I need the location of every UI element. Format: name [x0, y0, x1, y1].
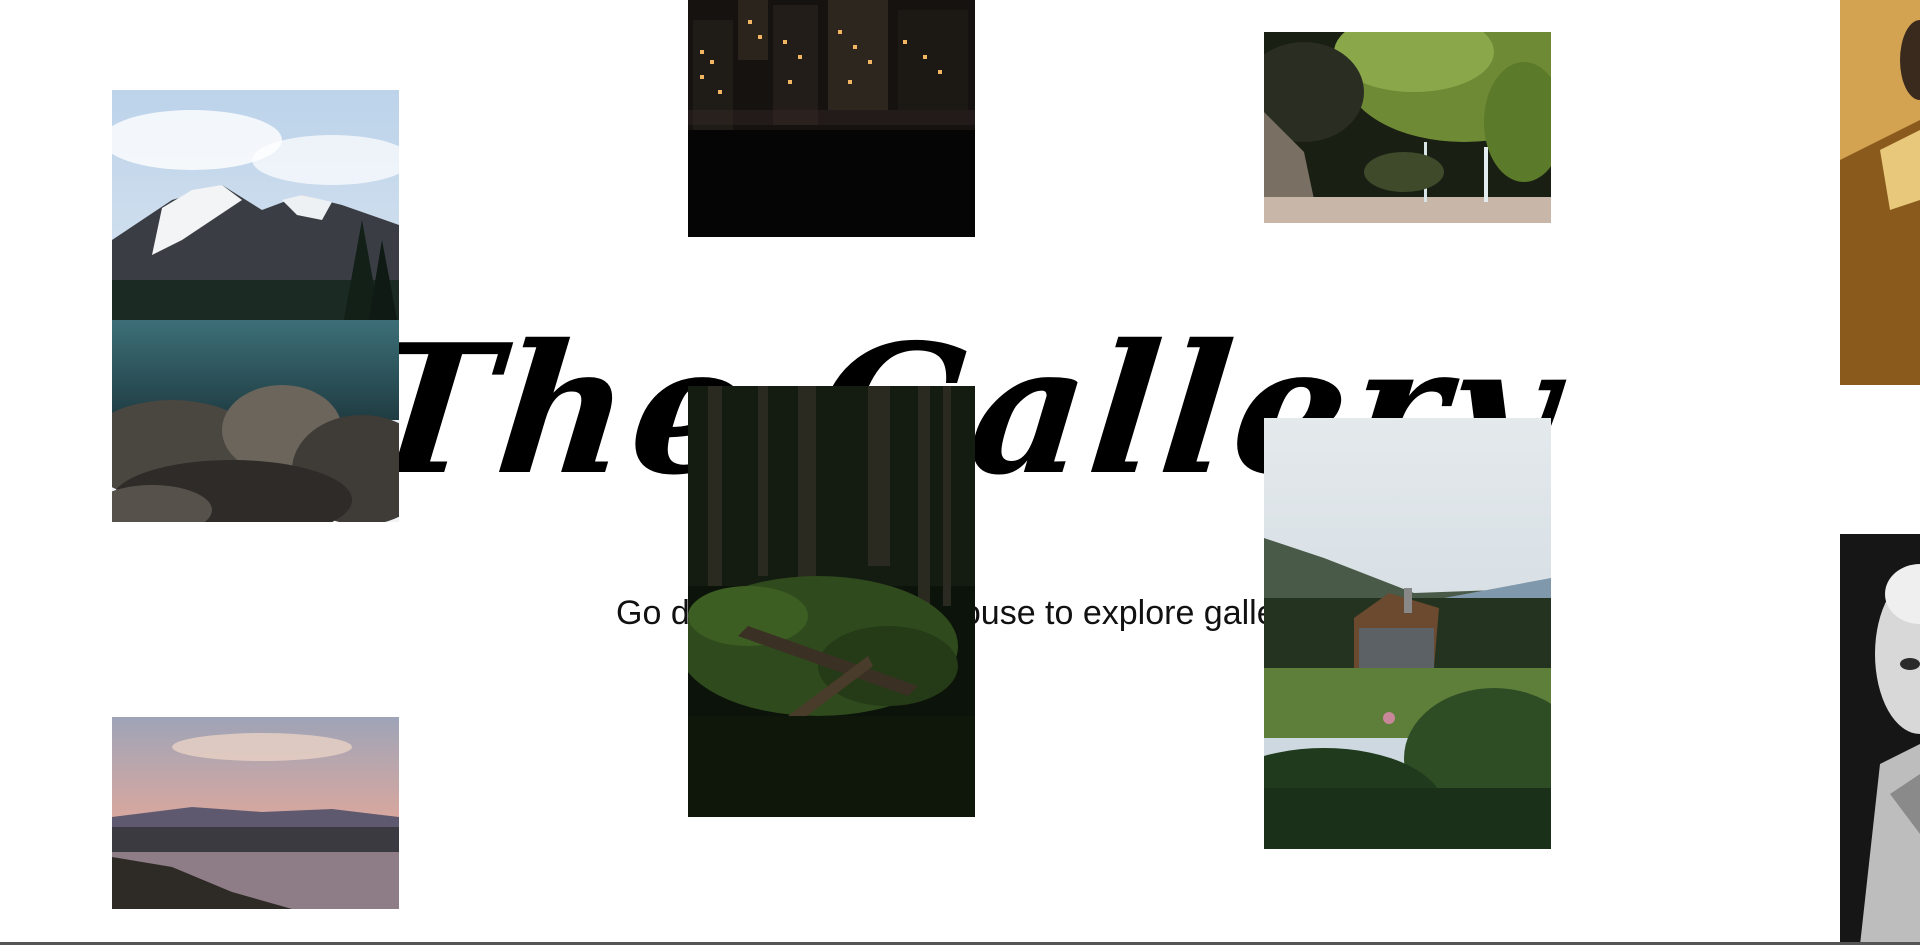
statue-bw-image	[1840, 534, 1920, 945]
mountain-lake-photo[interactable]	[112, 90, 399, 522]
portrait-golden-image	[1840, 0, 1920, 385]
city-night-photo[interactable]	[688, 0, 975, 237]
gallery-canvas[interactable]: The Gallery Go drag around with mouse to…	[0, 0, 1920, 945]
sunset-lake-photo[interactable]	[112, 717, 399, 909]
lodge-house-photo[interactable]	[1264, 418, 1551, 849]
dark-forest-image	[688, 386, 975, 817]
city-night-image	[688, 0, 975, 237]
lodge-house-image	[1264, 418, 1551, 849]
mossy-cave-image	[1264, 32, 1551, 223]
dark-forest-photo[interactable]	[688, 386, 975, 817]
portrait-golden-photo[interactable]	[1840, 0, 1920, 385]
statue-bw-photo[interactable]	[1840, 534, 1920, 945]
mossy-cave-waterfall-photo[interactable]	[1264, 32, 1551, 223]
sunset-lake-image	[112, 717, 399, 909]
mountain-lake-image	[112, 90, 399, 522]
